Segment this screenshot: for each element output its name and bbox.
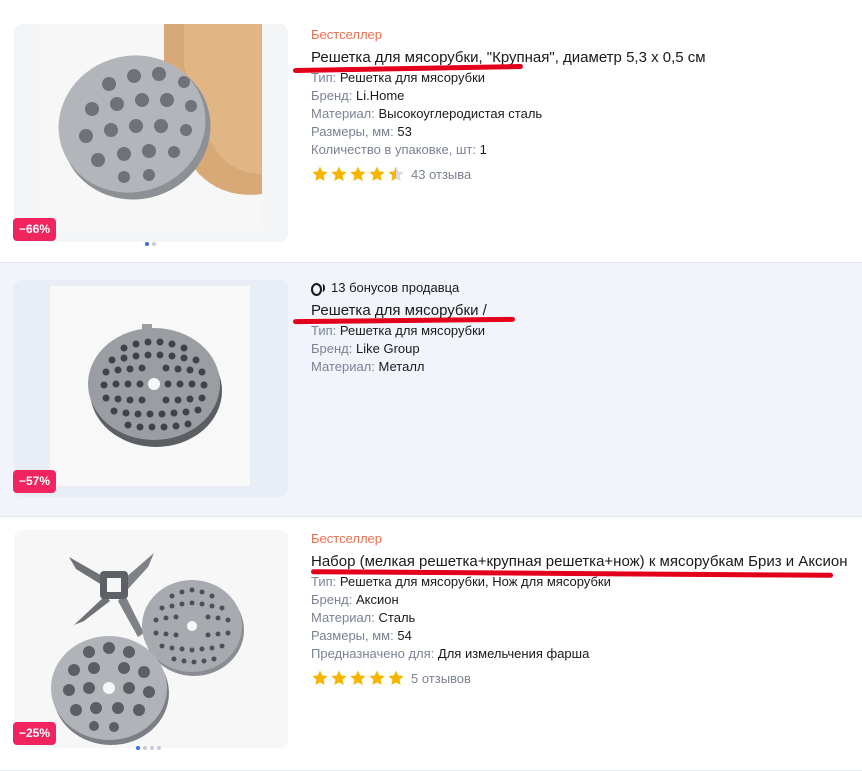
product-info: Бестселлер Решетка для мясорубки, "Крупн… — [311, 26, 851, 184]
attribute-row: Размеры, мм: 54 — [311, 627, 851, 645]
product-card[interactable]: −57% 13 бонусов продавца Решетка для мяс… — [0, 263, 862, 517]
attribute-row: Бренд: Like Group — [311, 340, 851, 358]
attribute-value: 1 — [479, 142, 487, 157]
product-title-link[interactable]: Решетка для мясорубки, "Крупная", диамет… — [311, 48, 851, 67]
star-icon — [369, 670, 385, 686]
attribute-value: Решетка для мясорубки, Нож для мясорубки — [339, 574, 611, 589]
bestseller-tag: Бестселлер — [311, 531, 382, 546]
seller-bonus: 13 бонусов продавца — [311, 279, 851, 297]
bestseller-tag: Бестселлер — [311, 27, 382, 42]
attribute-row: Материал: Сталь — [311, 609, 851, 627]
star-icon — [350, 166, 366, 182]
product-card[interactable]: −25% Бестселлер Набор (мелкая решетка+кр… — [0, 517, 862, 771]
star-icon — [350, 670, 366, 686]
attribute-row: Бренд: Аксион — [311, 591, 851, 609]
star-icon — [312, 166, 328, 182]
carousel-dots[interactable] — [145, 242, 156, 246]
product-info: Бестселлер Набор (мелкая решетка+крупная… — [311, 530, 851, 688]
carousel-dot[interactable] — [145, 242, 149, 246]
grate-photo — [50, 286, 250, 486]
attribute-value: 53 — [397, 124, 412, 139]
rating[interactable]: 43 отзыва — [311, 164, 851, 184]
attribute-key: Бренд: — [311, 88, 353, 103]
product-image[interactable] — [14, 24, 288, 242]
attribute-key: Размеры, мм: — [311, 124, 394, 139]
star-icon — [388, 670, 404, 686]
carousel-dot[interactable] — [150, 746, 154, 750]
carousel-dots[interactable] — [136, 746, 161, 750]
attribute-key: Материал: — [311, 359, 375, 374]
attribute-key: Предназначено для: — [311, 646, 435, 661]
star-icon — [331, 166, 347, 182]
bonus-text: 13 бонусов продавца — [331, 280, 460, 295]
reviews-count[interactable]: 43 отзыва — [411, 167, 471, 182]
attribute-value: Металл — [378, 359, 425, 374]
star-icon — [312, 670, 328, 686]
attribute-value: Решетка для мясорубки — [339, 323, 486, 338]
attribute-value: Сталь — [378, 610, 416, 625]
attribute-row: Тип: Решетка для мясорубки — [311, 69, 851, 87]
attribute-value: Высокоуглеродистая сталь — [378, 106, 543, 121]
carousel-dot[interactable] — [157, 746, 161, 750]
attribute-key: Материал: — [311, 610, 375, 625]
product-title-link[interactable]: Набор (мелкая решетка+крупная решетка+но… — [311, 552, 851, 571]
discount-badge: −57% — [13, 470, 57, 493]
product-card[interactable]: −66% Бестселлер Решетка для мясорубки, "… — [0, 0, 862, 263]
attribute-row: Размеры, мм: 53 — [311, 123, 851, 141]
star-icon — [331, 670, 347, 686]
attribute-key: Количество в упаковке, шт: — [311, 142, 476, 157]
attribute-row: Количество в упаковке, шт: 1 — [311, 141, 851, 159]
attribute-value: Для измельчения фарша — [437, 646, 590, 661]
knife-and-grates-photo — [14, 530, 288, 748]
attribute-value: Like Group — [356, 341, 420, 356]
star-icon — [369, 166, 385, 182]
attribute-row: Бренд: Li.Home — [311, 87, 851, 105]
attribute-key: Бренд: — [311, 592, 353, 607]
attribute-key: Размеры, мм: — [311, 628, 394, 643]
attribute-key: Бренд: — [311, 341, 353, 356]
product-image[interactable] — [14, 280, 288, 497]
attribute-key: Тип: — [311, 574, 337, 589]
attribute-value: Аксион — [356, 592, 399, 607]
carousel-dot[interactable] — [152, 242, 156, 246]
product-image[interactable] — [14, 530, 288, 748]
rating[interactable]: 5 отзывов — [311, 668, 851, 688]
attribute-key: Материал: — [311, 106, 375, 121]
grate-photo — [40, 24, 262, 230]
carousel-dot[interactable] — [136, 746, 140, 750]
attribute-key: Тип: — [311, 323, 337, 338]
discount-badge: −25% — [13, 722, 57, 745]
attribute-value: 54 — [397, 628, 412, 643]
bonus-coin-icon — [311, 282, 325, 296]
carousel-dot[interactable] — [143, 746, 147, 750]
attribute-row: Материал: Металл — [311, 358, 851, 376]
attribute-value: Li.Home — [356, 88, 405, 103]
attribute-row: Материал: Высокоуглеродистая сталь — [311, 105, 851, 123]
attribute-row: Тип: Решетка для мясорубки — [311, 322, 851, 340]
attribute-value: Решетка для мясорубки — [339, 70, 486, 85]
discount-badge: −66% — [13, 218, 57, 241]
reviews-count[interactable]: 5 отзывов — [411, 671, 471, 686]
star-half-icon — [388, 166, 404, 182]
attribute-row: Предназначено для: Для измельчения фарша — [311, 645, 851, 663]
product-info: 13 бонусов продавца Решетка для мясорубк… — [311, 279, 851, 376]
